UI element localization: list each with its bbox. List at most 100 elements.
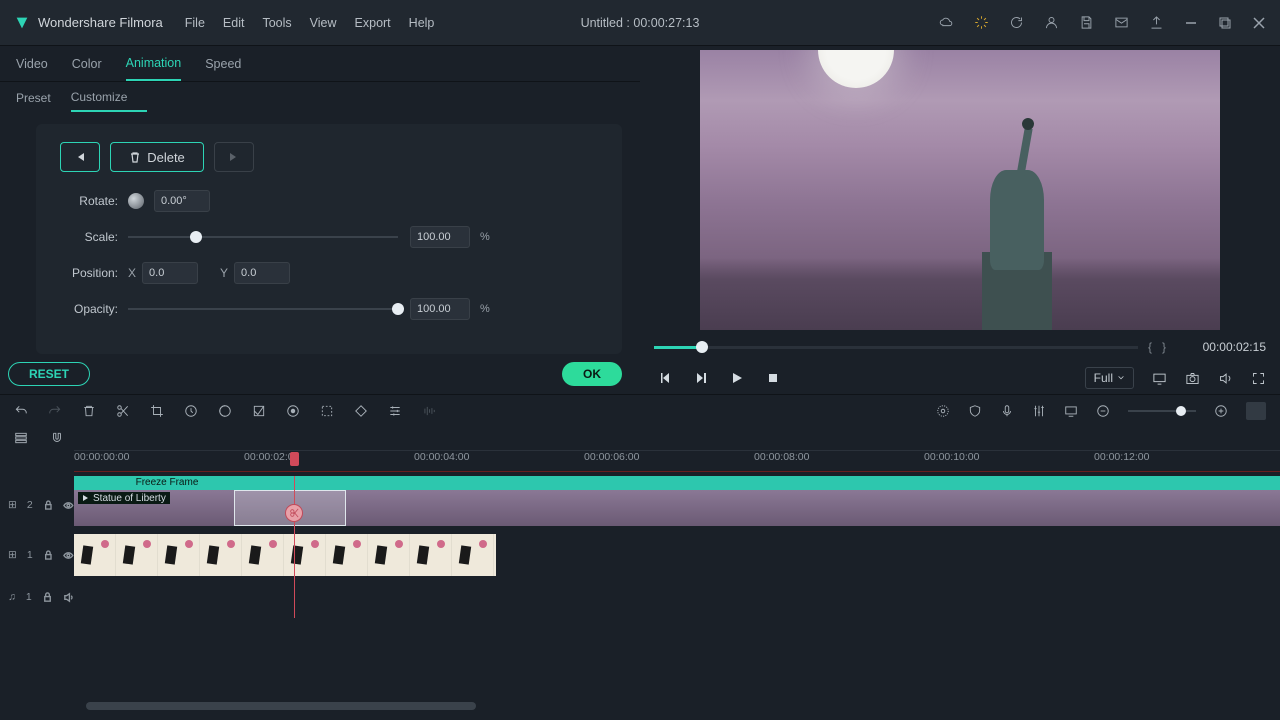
tab-video[interactable]: Video <box>16 48 48 80</box>
lock-icon[interactable] <box>42 592 53 603</box>
delete-keyframe-button[interactable]: Delete <box>110 142 204 172</box>
tab-speed[interactable]: Speed <box>205 48 241 80</box>
upload-icon[interactable] <box>1149 15 1164 30</box>
tab-color[interactable]: Color <box>72 48 102 80</box>
greenscreen-icon[interactable] <box>252 404 266 418</box>
audio-1-head: ♫ 1 <box>0 591 74 603</box>
timeline-scrollbar[interactable] <box>86 702 476 710</box>
eye-icon[interactable] <box>63 550 74 561</box>
step-back-button[interactable] <box>658 371 672 385</box>
effects-icon[interactable] <box>974 15 989 30</box>
play-button[interactable] <box>730 371 744 385</box>
keyframe-icon[interactable] <box>354 404 368 418</box>
zoom-out-icon[interactable] <box>1096 404 1110 418</box>
adjust-icon[interactable] <box>388 404 402 418</box>
menu-export[interactable]: Export <box>355 16 391 30</box>
reset-button[interactable]: RESET <box>8 362 90 386</box>
menu-edit[interactable]: Edit <box>223 16 245 30</box>
animation-controls: Delete Rotate: Scale: % Position: X Y <box>36 124 622 354</box>
ok-button[interactable]: OK <box>562 362 622 386</box>
preview-content-moon <box>818 50 894 88</box>
display-icon[interactable] <box>1152 371 1167 386</box>
redo-icon[interactable] <box>48 404 62 418</box>
view-toggle[interactable] <box>1246 402 1266 420</box>
subtab-customize[interactable]: Customize <box>71 84 147 112</box>
mark-in-button[interactable]: { <box>1148 340 1152 354</box>
scale-field[interactable] <box>410 226 470 248</box>
eye-icon[interactable] <box>63 500 74 511</box>
close-button[interactable] <box>1252 16 1266 30</box>
stop-button[interactable] <box>766 371 780 385</box>
speed-icon[interactable] <box>184 404 198 418</box>
speaker-icon[interactable] <box>63 592 74 603</box>
ruler-mark-2: 00:00:04:00 <box>414 451 469 463</box>
next-keyframe-button[interactable] <box>214 142 254 172</box>
playhead-line[interactable] <box>294 476 295 618</box>
opacity-field[interactable] <box>410 298 470 320</box>
zoom-in-icon[interactable] <box>1214 404 1228 418</box>
mixer-icon[interactable] <box>1032 404 1046 418</box>
lock-icon[interactable] <box>43 550 54 561</box>
prev-keyframe-button[interactable] <box>60 142 100 172</box>
fullscreen-icon[interactable] <box>1251 371 1266 386</box>
delete-label: Delete <box>147 150 185 165</box>
screen-icon[interactable] <box>1064 404 1078 418</box>
track-manager-icon[interactable] <box>14 431 28 445</box>
scale-label: Scale: <box>60 230 118 244</box>
track-1-body[interactable]: a table <box>74 534 1280 576</box>
magnet-icon[interactable] <box>50 431 64 445</box>
mail-icon[interactable] <box>1114 15 1129 30</box>
pos-x-field[interactable] <box>142 262 198 284</box>
clip-teal-strip[interactable] <box>260 476 1280 490</box>
mic-icon[interactable] <box>1000 404 1014 418</box>
ruler-mark-4: 00:00:08:00 <box>754 451 809 463</box>
rotate-knob[interactable] <box>128 193 144 209</box>
lock-icon[interactable] <box>43 500 54 511</box>
mark-out-button[interactable]: } <box>1162 340 1166 354</box>
secondary-clip[interactable]: a table <box>74 534 496 576</box>
play-pause-button[interactable] <box>694 371 708 385</box>
subtab-preset[interactable]: Preset <box>16 85 51 111</box>
position-row: Position: X Y <box>60 262 598 284</box>
opacity-pct: % <box>480 303 490 315</box>
shield-icon[interactable] <box>968 404 982 418</box>
minimize-button[interactable] <box>1184 16 1198 30</box>
zoom-slider[interactable] <box>1128 410 1196 412</box>
opacity-slider[interactable] <box>128 308 398 310</box>
scale-slider[interactable] <box>128 236 398 238</box>
playhead-handle[interactable] <box>285 504 303 530</box>
split-icon[interactable] <box>116 404 130 418</box>
playhead-head[interactable] <box>290 452 299 466</box>
render-icon[interactable] <box>936 404 950 418</box>
timeline-ruler[interactable]: 00:00:00:00 00:00:02:00 00:00:04:00 00:0… <box>74 450 1280 476</box>
marker-icon[interactable] <box>320 404 334 418</box>
pos-y-field[interactable] <box>234 262 290 284</box>
menu-view[interactable]: View <box>310 16 337 30</box>
color-icon[interactable] <box>218 404 232 418</box>
scale-pct: % <box>480 231 490 243</box>
preview-viewport[interactable] <box>700 50 1220 330</box>
volume-icon[interactable] <box>1218 371 1233 386</box>
menu-file[interactable]: File <box>185 16 205 30</box>
preview-scrubber[interactable] <box>654 346 1138 349</box>
record-icon[interactable] <box>286 404 300 418</box>
audio-icon[interactable] <box>422 404 436 418</box>
crop-icon[interactable] <box>150 404 164 418</box>
chevron-down-icon <box>1117 374 1125 382</box>
snapshot-icon[interactable] <box>1185 371 1200 386</box>
undo-icon[interactable] <box>14 404 28 418</box>
rotate-field[interactable] <box>154 190 210 212</box>
cloud-icon[interactable] <box>939 15 954 30</box>
quality-select[interactable]: Full <box>1085 367 1134 389</box>
delete-icon[interactable] <box>82 404 96 418</box>
menu-help[interactable]: Help <box>409 16 435 30</box>
freeze-frame-clip[interactable]: Freeze Frame <box>74 476 260 490</box>
menu-tools[interactable]: Tools <box>262 16 291 30</box>
track-2-body[interactable]: Freeze Frame Statue of Liberty <box>74 476 1280 534</box>
account-icon[interactable] <box>1044 15 1059 30</box>
maximize-button[interactable] <box>1218 16 1232 30</box>
audio-1-body[interactable] <box>74 576 1280 618</box>
tab-animation[interactable]: Animation <box>126 47 182 81</box>
save-icon[interactable] <box>1079 15 1094 30</box>
refresh-icon[interactable] <box>1009 15 1024 30</box>
